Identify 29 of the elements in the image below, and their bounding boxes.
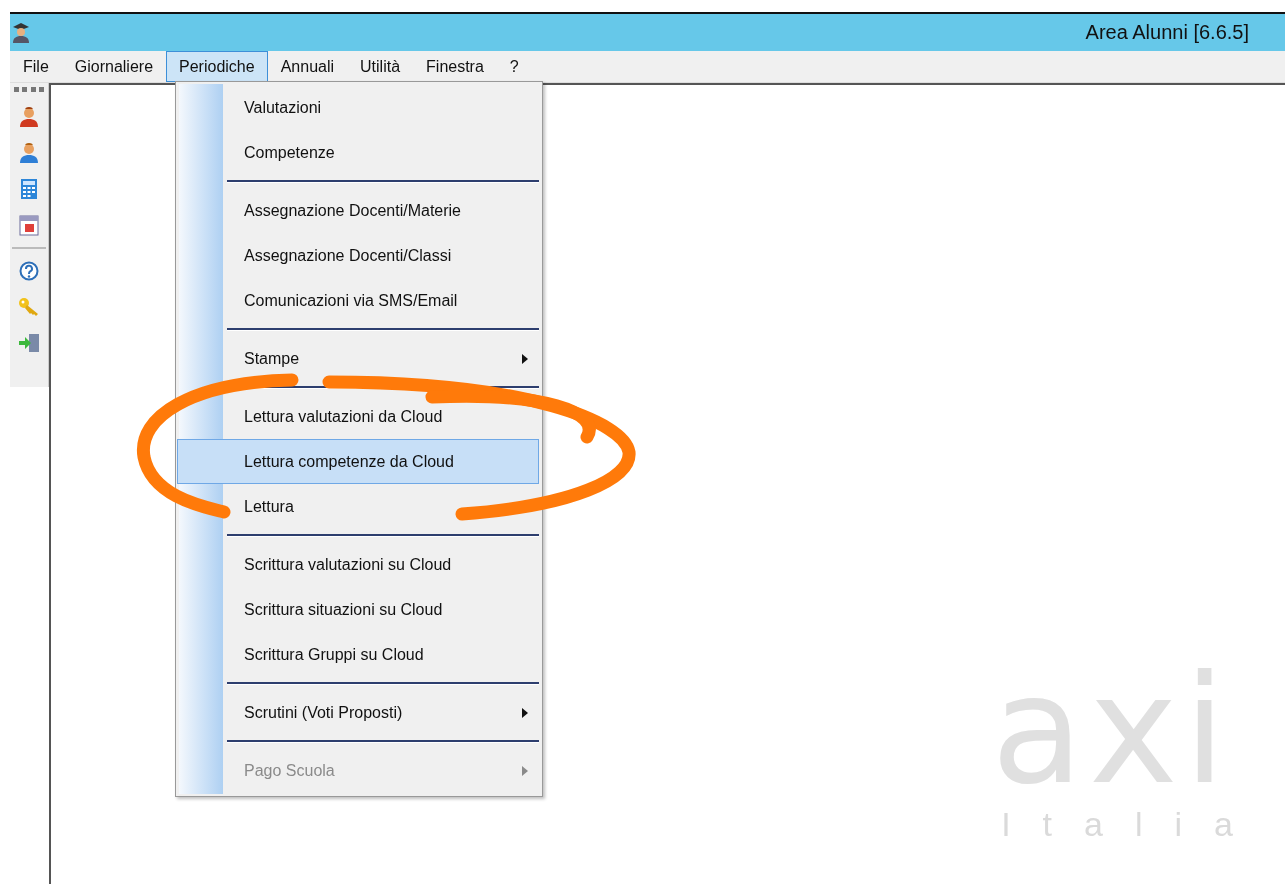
help-icon[interactable] xyxy=(19,261,39,281)
menu-tab[interactable]: Annuali xyxy=(267,51,348,82)
menu-tab[interactable]: Finestra xyxy=(413,51,497,82)
menu-item[interactable]: Scrittura situazioni su Cloud xyxy=(177,587,539,632)
menu-item[interactable]: Stampe xyxy=(177,336,539,381)
person-icon[interactable] xyxy=(19,142,39,164)
menu-item[interactable]: Lettura valutazioni da Cloud xyxy=(177,394,539,439)
menu-tab[interactable]: Giornaliere xyxy=(61,51,167,82)
grip-handle[interactable] xyxy=(14,87,44,93)
window-title: Area Alunni [6.6.5] xyxy=(1085,21,1249,44)
person-icon[interactable] xyxy=(19,106,39,128)
exit-door-icon[interactable] xyxy=(18,333,40,353)
menu-tab[interactable]: ? xyxy=(496,51,532,82)
menu-item[interactable]: Comunicazioni via SMS/Email xyxy=(177,278,539,323)
menu-item[interactable]: Assegnazione Docenti/Materie xyxy=(177,188,539,233)
menu-item[interactable]: Lettura competenze da Cloud xyxy=(177,439,539,484)
menu-item[interactable]: Competenze xyxy=(177,130,539,175)
calendar-icon[interactable] xyxy=(19,214,39,236)
menu-item[interactable]: Valutazioni xyxy=(177,85,539,130)
menu-item[interactable]: Lettura xyxy=(177,484,539,529)
menu-tab[interactable]: File xyxy=(10,51,62,82)
menu-item[interactable]: Scrittura Gruppi su Cloud xyxy=(177,632,539,677)
menu-item[interactable]: Assegnazione Docenti/Classi xyxy=(177,233,539,278)
menu-item[interactable]: Scrittura valutazioni su Cloud xyxy=(177,542,539,587)
menu-tab[interactable]: Periodiche xyxy=(166,51,268,82)
menu-tab[interactable]: Utilità xyxy=(347,51,414,82)
calculator-icon[interactable] xyxy=(21,179,37,199)
graduate-icon xyxy=(12,21,30,44)
menu-item[interactable]: Scrutini (Voti Proposti) xyxy=(177,690,539,735)
